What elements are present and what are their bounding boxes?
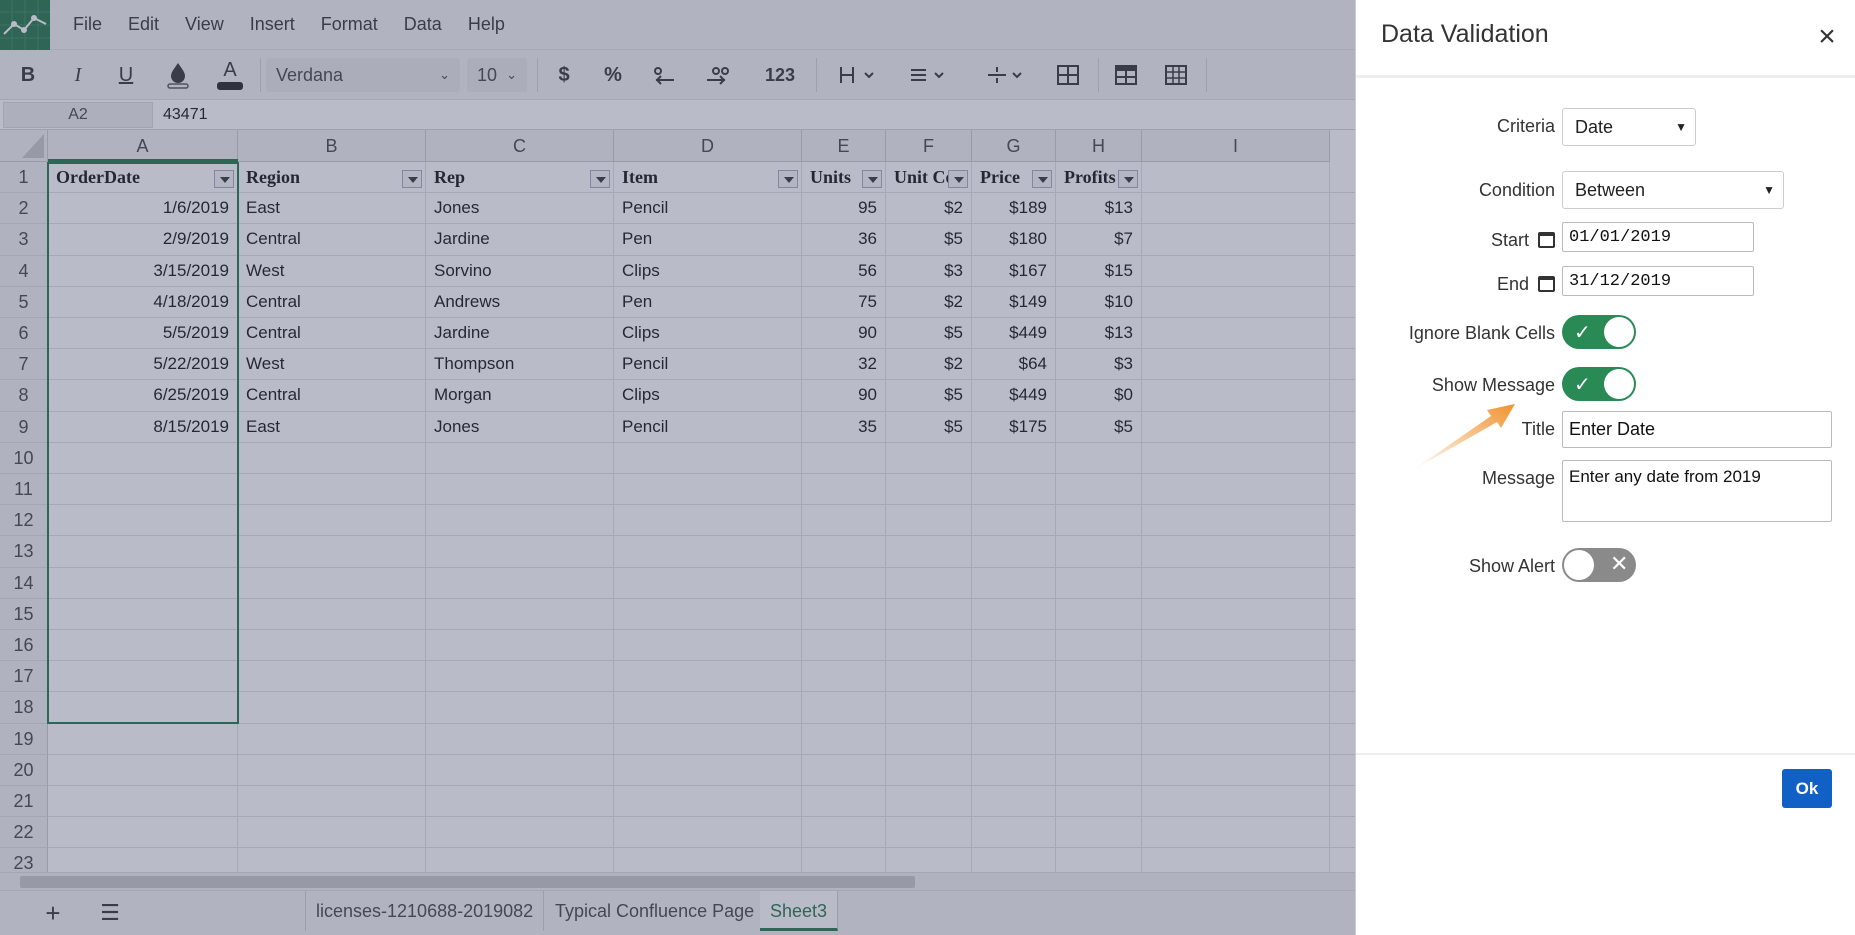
message-textarea[interactable]: Enter any date from 2019 [1562,460,1832,522]
divider [1356,75,1855,78]
show-alert-label: Show Alert [1468,556,1555,576]
modal-backdrop [0,0,1355,935]
start-label: Start [1491,230,1555,251]
ignore-blank-label: Ignore Blank Cells [1408,323,1555,343]
close-icon[interactable]: × [1812,20,1842,54]
caret-down-icon: ▼ [1763,183,1775,197]
show-alert-toggle[interactable]: ✕ [1562,548,1636,582]
data-validation-dialog: Data Validation × Criteria Date ▼ Condit… [1355,0,1855,935]
end-date-input[interactable]: 31/12/2019 [1562,266,1754,296]
ignore-blank-toggle[interactable]: ✓ [1562,315,1636,349]
condition-label: Condition [1478,180,1555,200]
calendar-icon[interactable] [1538,232,1555,248]
check-icon: ✓ [1574,374,1591,396]
spreadsheet-app: File Edit View Insert Format Data Help B… [0,0,1855,935]
check-icon: ✓ [1574,322,1591,344]
annotation-arrow-icon [1413,404,1515,470]
start-date-input[interactable]: 01/01/2019 [1562,222,1754,252]
close-icon: ✕ [1610,551,1629,576]
divider [1356,753,1855,755]
message-title-input[interactable]: Enter Date [1562,411,1832,448]
calendar-icon[interactable] [1538,276,1555,292]
condition-value: Between [1575,180,1646,200]
end-label-text: End [1496,274,1529,294]
criteria-label: Criteria [1496,116,1555,136]
show-message-toggle[interactable]: ✓ [1562,367,1636,401]
start-label-text: Start [1490,230,1529,250]
title-label: Title [1521,419,1555,439]
toggle-knob [1604,369,1634,399]
dialog-title: Data Validation [1381,20,1549,48]
criteria-select[interactable]: Date ▼ [1562,108,1696,146]
toggle-knob [1604,317,1634,347]
caret-down-icon: ▼ [1675,120,1687,134]
message-label: Message [1481,468,1555,488]
show-message-label: Show Message [1431,375,1555,395]
condition-select[interactable]: Between ▼ [1562,171,1784,209]
criteria-value: Date [1575,117,1614,137]
ok-button[interactable]: Ok [1782,769,1832,808]
toggle-knob [1564,550,1594,580]
end-label: End [1497,274,1555,295]
